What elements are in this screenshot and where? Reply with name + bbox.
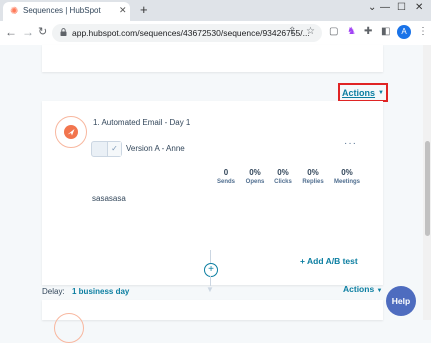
more-options-icon[interactable]: ··· [344, 138, 357, 149]
add-ab-test-button[interactable]: + Add A/B test [300, 256, 358, 266]
browser-tab[interactable]: ✺ Sequences | HubSpot ✕ [3, 2, 130, 21]
address-bar[interactable]: app.hubspot.com/sequences/43672530/seque… [52, 24, 322, 42]
maximize-icon[interactable]: ☐ [397, 2, 406, 13]
extension-icon[interactable]: ♞ [347, 26, 356, 37]
step-card: 1. Automated Email - Day 1 ✓ Version A -… [42, 101, 383, 285]
scrollbar-thumb[interactable] [425, 141, 430, 236]
stat-value: 0% [341, 168, 353, 177]
email-step-badge [54, 313, 84, 343]
back-icon[interactable]: ← [5, 25, 17, 39]
browser-toolbar: ← → ↻ app.hubspot.com/sequences/43672530… [0, 21, 431, 46]
forward-icon[interactable]: → [22, 25, 34, 39]
avatar[interactable]: A [397, 25, 411, 39]
stat-label: Meetings [333, 179, 360, 185]
new-tab-icon[interactable]: + [140, 2, 148, 17]
share-icon[interactable]: ⇪ [288, 26, 296, 37]
browser-tab-strip: ✺ Sequences | HubSpot ✕ + ⌄ — ☐ ✕ [0, 0, 431, 21]
reload-icon[interactable]: ↻ [38, 25, 47, 38]
actions-dropdown-bottom[interactable]: Actions ▼ [343, 284, 383, 294]
help-button[interactable]: Help [386, 286, 416, 316]
step-title[interactable]: 1. Automated Email - Day 1 [93, 118, 190, 127]
menu-kebab-icon[interactable]: ⋮ [418, 26, 428, 37]
hubspot-sprocket-icon: ✺ [10, 6, 19, 17]
actions-label: Actions [342, 87, 376, 98]
email-body-preview: sasasasa [92, 194, 126, 203]
close-tab-icon[interactable]: ✕ [119, 5, 127, 16]
email-step-badge [55, 116, 87, 148]
version-toggle[interactable]: ✓ [91, 141, 122, 157]
chevron-down-icon[interactable]: ⌄ [368, 2, 376, 13]
side-panel-icon[interactable]: ◧ [381, 26, 390, 37]
lock-icon [60, 28, 67, 36]
arrow-down-icon: ▼ [206, 285, 214, 294]
check-icon: ✓ [107, 142, 121, 156]
next-step-card [42, 300, 383, 343]
extensions-puzzle-icon[interactable]: ✚ [364, 26, 372, 37]
delay-label: Delay: [42, 287, 65, 296]
tab-title: Sequences | HubSpot [23, 6, 101, 15]
actions-label: Actions [343, 284, 375, 294]
previous-step-card [42, 45, 383, 72]
sequence-editor: Actions ▼ 1. Automated Email - Day 1 ✓ V… [0, 45, 431, 320]
caret-down-icon: ▼ [378, 89, 384, 96]
close-window-icon[interactable]: ✕ [415, 2, 423, 13]
bookmark-star-icon[interactable]: ☆ [306, 26, 315, 37]
extension-icon[interactable]: ▢ [329, 26, 338, 37]
version-label: Version A - Anne [126, 144, 185, 153]
url-text: app.hubspot.com/sequences/43672530/seque… [72, 28, 310, 38]
minimize-icon[interactable]: — [380, 2, 390, 13]
caret-down-icon: ▼ [376, 288, 383, 294]
delay-value[interactable]: 1 business day [72, 287, 129, 296]
connector-line [210, 250, 211, 263]
add-step-icon[interactable]: + [204, 263, 218, 277]
actions-dropdown-top[interactable]: Actions ▼ [338, 83, 388, 102]
stat-meetings: 0% Meetings [327, 168, 367, 185]
paper-plane-icon [64, 125, 78, 139]
